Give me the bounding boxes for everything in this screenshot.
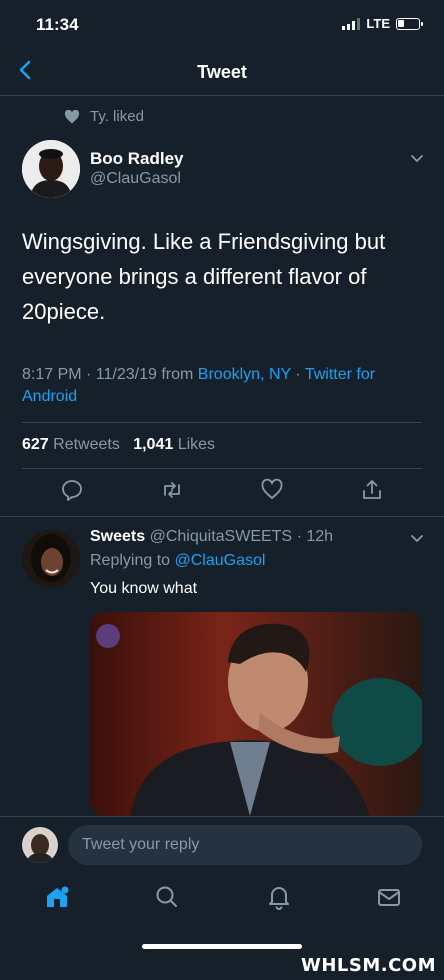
current-user-avatar (22, 827, 58, 863)
divider (22, 422, 422, 423)
social-context[interactable]: Ty. liked (64, 108, 144, 125)
retweets-stat[interactable]: 627 Retweets (22, 436, 120, 453)
status-time: 11:34 (36, 15, 79, 34)
divider (22, 468, 422, 469)
home-icon[interactable] (44, 884, 70, 910)
share-icon[interactable] (360, 478, 384, 502)
reply-header: Sweets @ChiquitaSWEETS · 12h (90, 528, 333, 546)
status-bar: 11:34 LTE (0, 0, 444, 48)
reply-author-handle[interactable]: @ChiquitaSWEETS (150, 528, 293, 545)
likes-count: 1,041 (133, 436, 174, 453)
tweet-timestamp[interactable]: 8:17 PM · 11/23/19 from (22, 366, 193, 383)
social-context-text: Ty. liked (90, 108, 144, 125)
notifications-icon[interactable] (266, 884, 292, 910)
watermark: WHLSM.COM (300, 955, 436, 976)
chevron-down-icon[interactable] (410, 534, 424, 544)
thread-divider (0, 516, 444, 517)
nav-header: Tweet (0, 48, 444, 96)
chevron-down-icon[interactable] (410, 154, 424, 164)
media-photo (90, 612, 422, 816)
like-icon[interactable] (260, 478, 284, 502)
author-name[interactable]: Boo Radley (90, 149, 184, 169)
retweets-count: 627 (22, 436, 49, 453)
reply-input[interactable] (68, 825, 422, 865)
tweet-location-link[interactable]: Brooklyn, NY (198, 366, 291, 383)
reply-media-image[interactable] (90, 612, 422, 816)
reply-author-name[interactable]: Sweets (90, 528, 145, 545)
search-icon[interactable] (154, 884, 180, 910)
signal-icon (342, 17, 361, 30)
tweet-actions (0, 478, 444, 508)
tweet-text: Wingsgiving. Like a Friendsgiving but ev… (22, 229, 386, 324)
replying-to-handle[interactable]: @ClauGasol (175, 552, 266, 569)
likes-label: Likes (177, 436, 216, 453)
network-label: LTE (366, 16, 390, 31)
likes-stat[interactable]: 1,041 Likes (133, 436, 215, 453)
reply-text: You know what (90, 580, 198, 597)
battery-icon (396, 17, 423, 30)
current-user-photo (22, 827, 58, 863)
reply-author-avatar[interactable] (22, 530, 80, 588)
home-indicator (142, 944, 302, 949)
messages-icon[interactable] (376, 884, 402, 910)
reply-age: · 12h (296, 528, 334, 545)
reply-author-photo (22, 530, 80, 588)
reply-composer (0, 816, 444, 872)
page-title: Tweet (197, 62, 247, 82)
replying-to-prefix: Replying to (90, 552, 171, 569)
author-photo (22, 140, 80, 198)
tweet-stats: 627 Retweets 1,041 Likes (22, 436, 215, 454)
meta-separator: · (290, 366, 305, 383)
tweet-meta: 8:17 PM · 11/23/19 from Brooklyn, NY · T… (22, 364, 422, 408)
status-indicators: LTE (342, 16, 423, 31)
retweet-icon[interactable] (160, 478, 184, 502)
reply-icon[interactable] (60, 478, 84, 502)
retweets-label: Retweets (53, 436, 120, 453)
replying-to: Replying to @ClauGasol (90, 552, 265, 570)
heart-filled-icon (64, 109, 80, 123)
author-handle[interactable]: @ClauGasol (90, 170, 181, 188)
author-avatar[interactable] (22, 140, 80, 198)
